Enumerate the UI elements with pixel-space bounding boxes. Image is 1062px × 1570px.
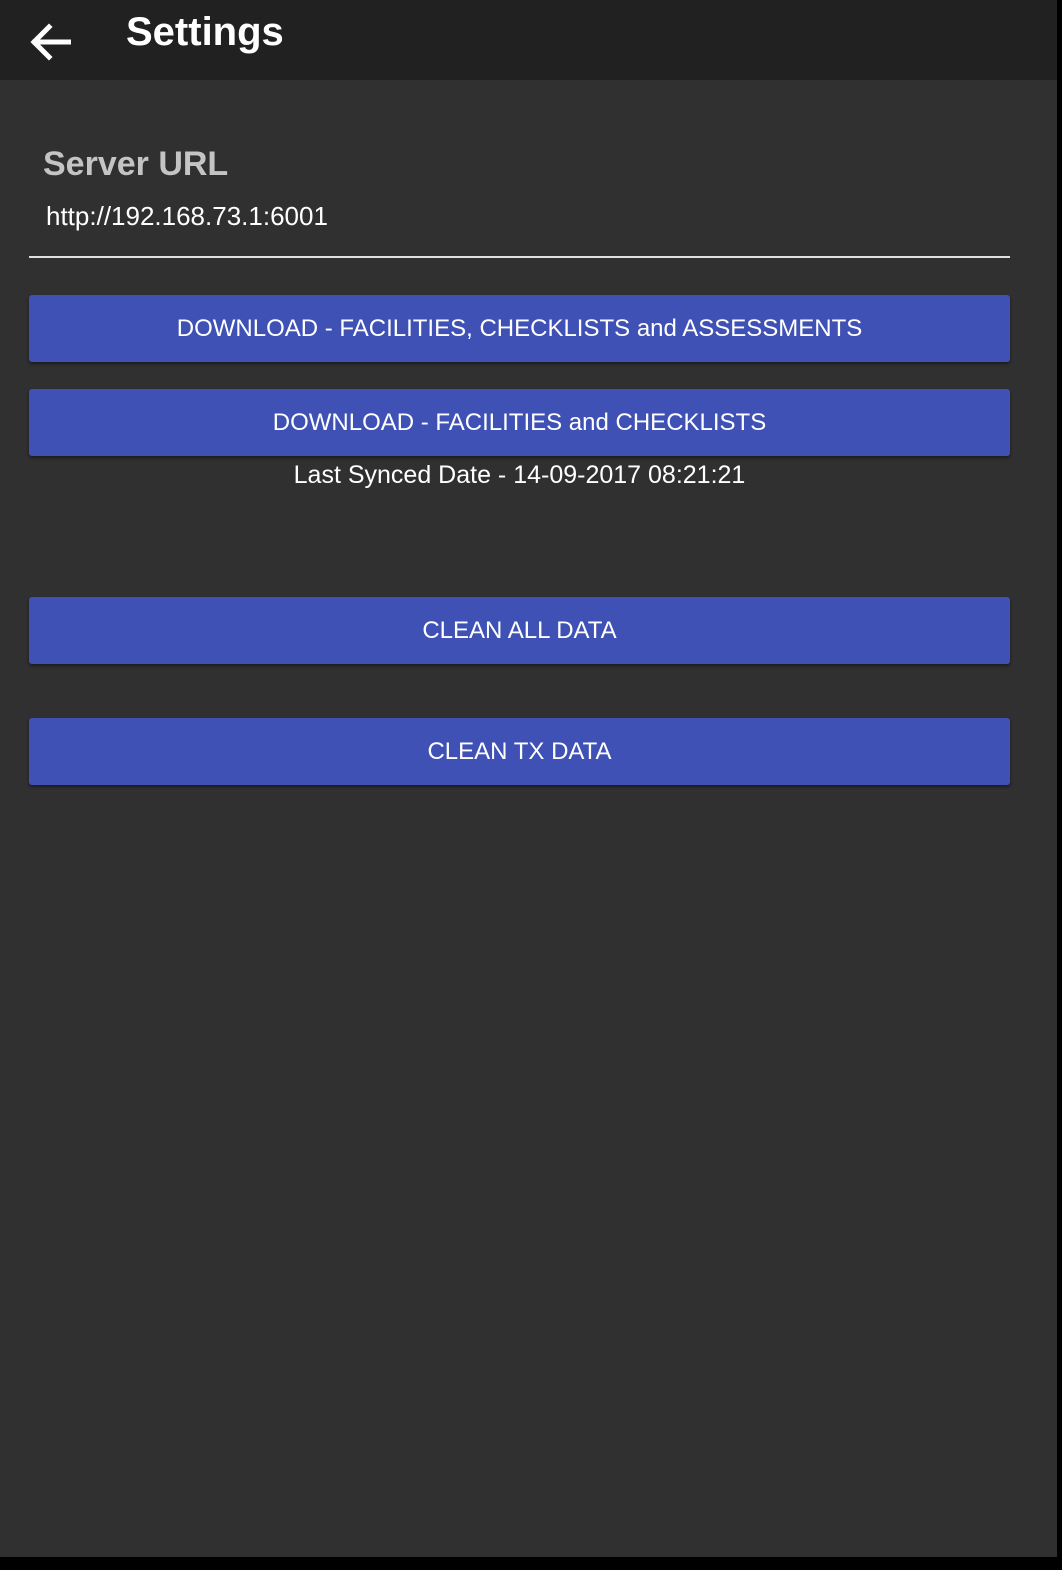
last-synced-date: Last Synced Date - 14-09-2017 08:21:21 (293, 461, 746, 489)
server-url-label: Server URL (43, 145, 229, 183)
page-title: Settings (126, 10, 284, 54)
download-facilities-checklists-button[interactable]: DOWNLOAD - FACILITIES and CHECKLISTS (29, 389, 1010, 456)
clean-all-data-button[interactable]: CLEAN ALL DATA (29, 597, 1010, 664)
arrow-back-icon (30, 23, 71, 61)
back-button[interactable] (20, 14, 80, 70)
server-url-input[interactable] (29, 196, 1010, 258)
app-toolbar: Settings (0, 0, 1057, 80)
clean-tx-data-button[interactable]: CLEAN TX DATA (29, 718, 1010, 785)
settings-screen: Settings Server URL DOWNLOAD - FACILITIE… (0, 0, 1057, 1557)
download-all-button[interactable]: DOWNLOAD - FACILITIES, CHECKLISTS and AS… (29, 295, 1010, 362)
